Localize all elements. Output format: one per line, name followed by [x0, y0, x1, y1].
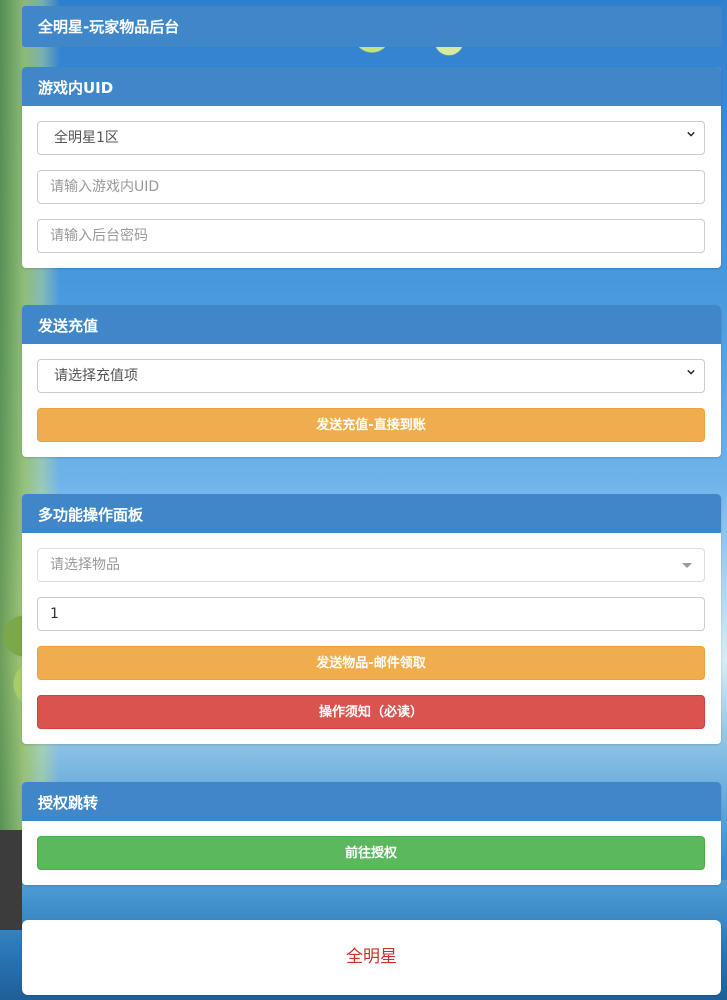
- server-select-value: 全明星1区: [54, 130, 119, 146]
- send-recharge-button[interactable]: 发送充值-直接到账: [37, 408, 705, 442]
- auth-panel: 授权跳转 前往授权: [22, 782, 721, 885]
- auth-panel-title: 授权跳转: [22, 782, 721, 821]
- recharge-panel: 发送充值 请选择充值项 发送充值-直接到账: [22, 305, 721, 457]
- server-select[interactable]: 全明星1区: [37, 121, 705, 155]
- chevron-down-icon: [687, 131, 695, 137]
- uid-panel: 游戏内UID 全明星1区 请输入游戏内UID 请输入后台密码: [22, 67, 721, 268]
- recharge-select[interactable]: 请选择充值项: [37, 359, 705, 393]
- caret-down-icon: [682, 563, 692, 568]
- operation-notice-button[interactable]: 操作须知（必读）: [37, 695, 705, 729]
- quantity-input[interactable]: 1: [37, 597, 705, 631]
- background-signboard: [0, 830, 22, 930]
- item-select-placeholder: 请选择物品: [50, 557, 120, 573]
- page-title: 全明星-玩家物品后台: [22, 6, 722, 47]
- multi-function-panel: 多功能操作面板 请选择物品 1 发送物品-邮件领取 操作须知（必读）: [22, 494, 721, 744]
- send-item-button[interactable]: 发送物品-邮件领取: [37, 646, 705, 680]
- item-select[interactable]: 请选择物品: [37, 548, 705, 582]
- goto-auth-button[interactable]: 前往授权: [37, 836, 705, 870]
- uid-input[interactable]: 请输入游戏内UID: [37, 170, 705, 204]
- multi-function-panel-title: 多功能操作面板: [22, 494, 721, 533]
- recharge-select-value: 请选择充值项: [54, 368, 138, 384]
- password-input[interactable]: 请输入后台密码: [37, 219, 705, 253]
- recharge-panel-title: 发送充值: [22, 305, 721, 344]
- footer-brand: 全明星: [22, 920, 721, 995]
- chevron-down-icon: [687, 369, 695, 375]
- uid-panel-title: 游戏内UID: [22, 67, 721, 106]
